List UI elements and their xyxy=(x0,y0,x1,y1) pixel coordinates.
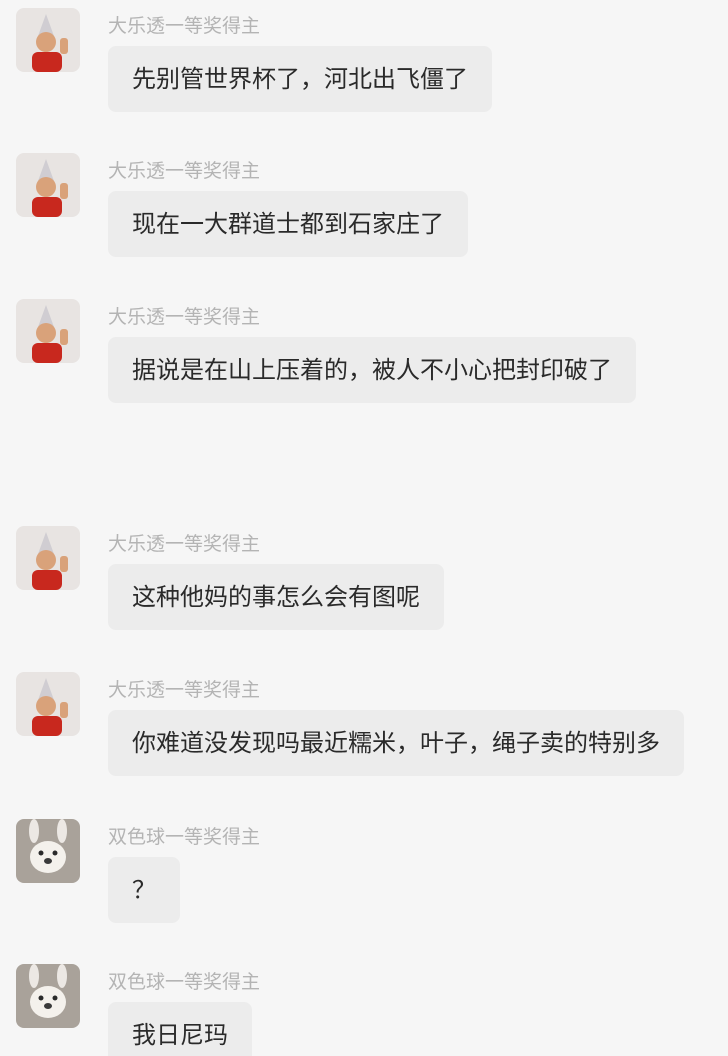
sender-name: 大乐透一等奖得主 xyxy=(108,306,261,328)
sender-name: 双色球一等奖得主 xyxy=(108,971,261,993)
message-bubble[interactable]: ？ xyxy=(108,857,180,923)
message-bubble[interactable]: 现在一大群道士都到石家庄了 xyxy=(108,191,468,257)
sender-name: 双色球一等奖得主 xyxy=(108,826,261,848)
dog-bunny-ears-avatar[interactable] xyxy=(16,819,80,883)
boy-party-hat-avatar[interactable] xyxy=(16,153,80,217)
boy-party-hat-avatar[interactable] xyxy=(16,672,80,736)
boy-party-hat-avatar[interactable] xyxy=(16,299,80,363)
sender-name: 大乐透一等奖得主 xyxy=(108,533,261,555)
chat-message-list: 大乐透一等奖得主 先别管世界杯了，河北出飞僵了 大乐透一等奖得主 现在一大群道士… xyxy=(0,0,728,1056)
dog-bunny-ears-avatar[interactable] xyxy=(16,964,80,1028)
sender-name: 大乐透一等奖得主 xyxy=(108,679,261,701)
message-bubble[interactable]: 你难道没发现吗最近糯米，叶子，绳子卖的特别多 xyxy=(108,710,684,776)
boy-party-hat-avatar[interactable] xyxy=(16,526,80,590)
boy-party-hat-avatar[interactable] xyxy=(16,8,80,72)
sender-name: 大乐透一等奖得主 xyxy=(108,15,261,37)
message-bubble[interactable]: 这种他妈的事怎么会有图呢 xyxy=(108,564,444,630)
message-bubble[interactable]: 先别管世界杯了，河北出飞僵了 xyxy=(108,46,492,112)
sender-name: 大乐透一等奖得主 xyxy=(108,160,261,182)
message-bubble[interactable]: 据说是在山上压着的，被人不小心把封印破了 xyxy=(108,337,636,403)
message-bubble[interactable]: 我日尼玛 xyxy=(108,1002,252,1056)
